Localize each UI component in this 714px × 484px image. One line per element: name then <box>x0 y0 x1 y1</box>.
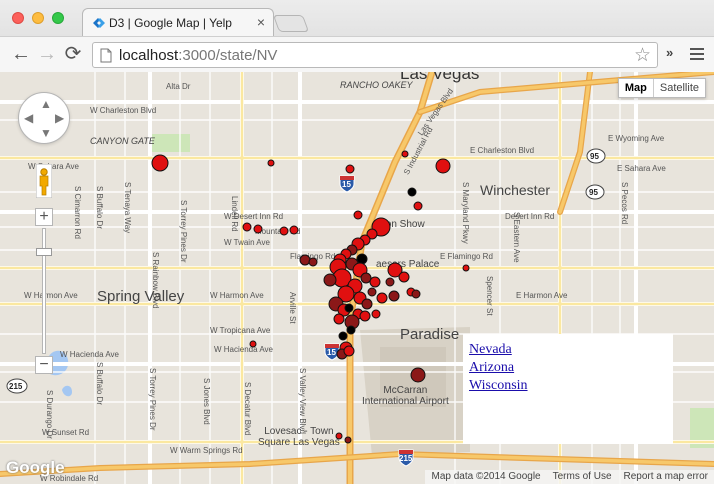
business-marker[interactable] <box>242 222 252 232</box>
page-icon <box>100 48 112 63</box>
business-marker[interactable] <box>353 210 363 220</box>
business-marker[interactable] <box>388 290 400 302</box>
forward-button[interactable]: → <box>36 43 58 65</box>
business-marker[interactable] <box>344 436 352 444</box>
business-marker[interactable] <box>345 164 355 174</box>
pan-up-icon[interactable]: ▲ <box>40 97 52 111</box>
business-marker[interactable] <box>249 340 257 348</box>
pan-down-icon[interactable]: ▼ <box>40 126 52 140</box>
business-marker[interactable] <box>308 257 318 267</box>
url-path: :3000/state/NV <box>178 47 278 64</box>
business-marker[interactable] <box>462 264 470 272</box>
zoom-slider-handle[interactable] <box>36 248 52 256</box>
business-marker[interactable] <box>279 226 289 236</box>
pan-control[interactable]: ▲ ▼ ◀ ▶ <box>18 92 70 144</box>
state-link-arizona[interactable]: Arizona <box>469 359 667 377</box>
tab-title: D3 | Google Map | Yelp <box>109 16 232 30</box>
business-marker[interactable] <box>435 158 451 174</box>
business-marker[interactable] <box>398 271 410 283</box>
business-marker[interactable] <box>356 253 368 265</box>
url-text: localhost:3000/state/NV <box>119 47 277 64</box>
zoom-out-button[interactable]: − <box>35 356 53 374</box>
business-marker[interactable] <box>289 225 299 235</box>
business-marker[interactable] <box>267 159 275 167</box>
maximize-window-button[interactable] <box>52 12 64 24</box>
pan-right-icon[interactable]: ▶ <box>55 111 64 125</box>
terms-of-use-link[interactable]: Terms of Use <box>547 470 618 484</box>
zoom-slider-track[interactable] <box>42 228 46 354</box>
business-marker[interactable] <box>344 303 354 313</box>
back-button[interactable]: ← <box>10 43 32 65</box>
business-marker[interactable] <box>360 272 372 284</box>
tab-strip: D3 | Google Map | Yelp × <box>0 0 714 36</box>
zoom-control: + − <box>35 208 53 374</box>
business-marker[interactable] <box>346 325 356 335</box>
business-marker[interactable] <box>401 150 409 158</box>
url-host: localhost <box>119 47 179 64</box>
business-marker[interactable] <box>338 331 348 341</box>
business-marker[interactable] <box>343 345 355 357</box>
map-data-attribution: Map data ©2014 Google <box>431 471 541 482</box>
business-marker[interactable] <box>367 287 377 297</box>
state-link-wisconsin[interactable]: Wisconsin <box>469 377 667 395</box>
google-map[interactable]: 15 15 215 95 95 215 Alta Dr W Charleston… <box>0 72 714 484</box>
zoom-in-button[interactable]: + <box>35 208 53 226</box>
state-links-panel: Nevada Arizona Wisconsin <box>463 334 673 444</box>
extensions-overflow-button[interactable]: » <box>666 45 673 60</box>
close-window-button[interactable] <box>12 12 24 24</box>
browser-chrome: D3 | Google Map | Yelp × ← → ⟳ localhost… <box>0 0 714 72</box>
business-marker[interactable] <box>407 187 417 197</box>
business-marker[interactable] <box>151 154 169 172</box>
business-marker[interactable] <box>369 276 381 288</box>
map-footer: Map data ©2014 Google Terms of Use Repor… <box>425 470 714 484</box>
business-marker[interactable] <box>335 432 343 440</box>
report-map-error-link[interactable]: Report a map error <box>618 470 714 484</box>
business-marker[interactable] <box>253 224 263 234</box>
new-tab-button[interactable] <box>272 15 310 32</box>
d3-favicon-icon <box>93 18 105 28</box>
state-link-nevada[interactable]: Nevada <box>469 341 667 359</box>
business-marker[interactable] <box>299 254 311 266</box>
business-marker[interactable] <box>410 367 426 383</box>
street-view-pegman-icon[interactable] <box>36 164 52 198</box>
reload-button[interactable]: ⟳ <box>62 43 84 65</box>
bookmark-star-icon[interactable]: ☆ <box>634 44 651 67</box>
address-bar[interactable]: localhost:3000/state/NV ☆ <box>92 42 658 68</box>
business-marker[interactable] <box>376 292 388 304</box>
tab-close-icon[interactable]: × <box>257 14 265 30</box>
minimize-window-button[interactable] <box>32 12 44 24</box>
map-type-map-button[interactable]: Map <box>619 79 654 97</box>
tab-active[interactable]: D3 | Google Map | Yelp × <box>82 8 274 36</box>
business-marker[interactable] <box>413 201 423 211</box>
business-marker[interactable] <box>385 277 395 287</box>
business-marker[interactable] <box>371 309 381 319</box>
business-marker[interactable] <box>359 310 371 322</box>
map-type-satellite-button[interactable]: Satellite <box>654 79 705 97</box>
business-marker[interactable] <box>361 298 373 310</box>
google-logo[interactable]: Google <box>6 458 65 478</box>
hamburger-menu-icon[interactable] <box>690 48 704 63</box>
pan-left-icon[interactable]: ◀ <box>24 111 33 125</box>
toolbar: ← → ⟳ localhost:3000/state/NV ☆ » <box>0 36 714 72</box>
business-marker[interactable] <box>411 289 421 299</box>
map-type-control: Map Satellite <box>617 78 706 98</box>
business-marker[interactable] <box>323 273 337 287</box>
business-marker[interactable] <box>333 313 345 325</box>
